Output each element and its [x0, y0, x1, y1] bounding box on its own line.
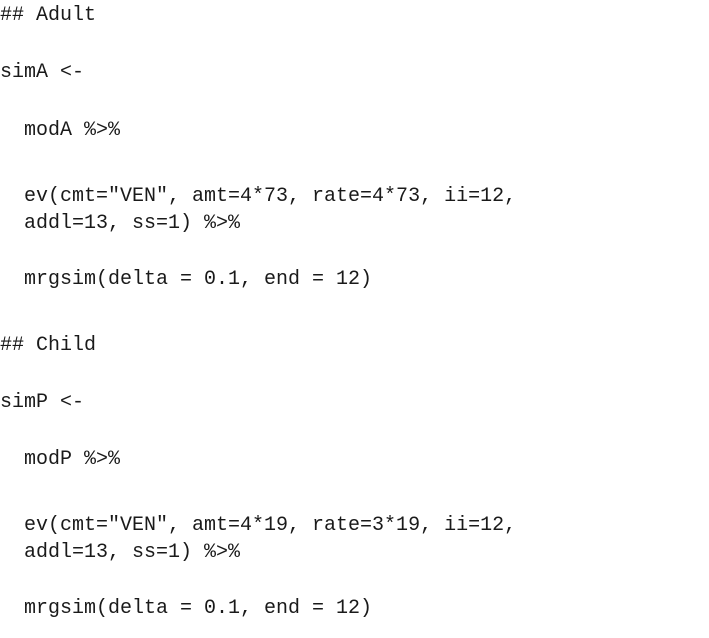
code-document: ## Adult simA <- modA %>% ev(cmt="VEN", … — [0, 0, 709, 638]
assignment-simP: simP <- — [0, 391, 85, 414]
event-call-adult-line1: ev(cmt="VEN", amt=4*73, rate=4*73, ii=12… — [24, 185, 517, 208]
mrgsim-call-adult: mrgsim(delta = 0.1, end = 12) — [24, 268, 373, 291]
section-comment-child: ## Child — [0, 334, 97, 357]
model-pipe-modP: modP %>% — [24, 448, 121, 471]
model-pipe-modA: modA %>% — [24, 119, 121, 142]
event-call-adult-line2: addl=13, ss=1) %>% — [24, 212, 241, 235]
event-call-child-line2: addl=13, ss=1) %>% — [24, 541, 241, 564]
event-call-child-line1: ev(cmt="VEN", amt=4*19, rate=3*19, ii=12… — [24, 514, 517, 537]
section-comment-adult: ## Adult — [0, 4, 97, 27]
mrgsim-call-child: mrgsim(delta = 0.1, end = 12) — [24, 597, 373, 620]
assignment-simA: simA <- — [0, 61, 85, 84]
